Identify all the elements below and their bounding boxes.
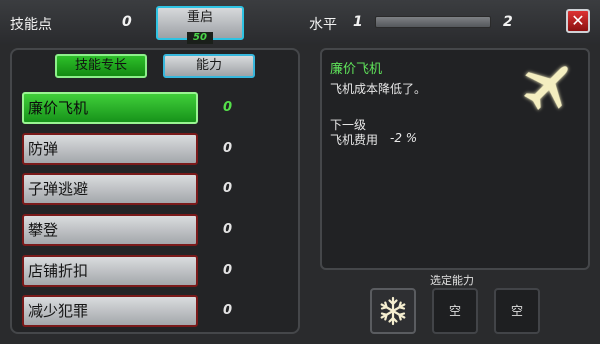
skill-item-climbing[interactable]: 攀登 <box>22 214 198 246</box>
ability-slot-2[interactable]: 空 <box>432 288 478 334</box>
level-progress-bar <box>375 16 491 28</box>
level-max: 2 <box>503 14 513 30</box>
ability-slot-3[interactable]: 空 <box>494 288 540 334</box>
skill-item-reduce-crime[interactable]: 减少犯罪 <box>22 295 198 327</box>
reset-label: 重启 <box>186 10 213 25</box>
reset-cost: 50 <box>187 32 213 44</box>
airplane-icon <box>524 66 568 110</box>
level-label: 水平 <box>309 17 337 33</box>
skill-points-value: 0 <box>122 14 132 30</box>
detail-title: 廉价飞机 <box>330 62 383 77</box>
skill-value: 0 <box>223 141 233 156</box>
level-min: 1 <box>353 14 363 30</box>
skill-item-bulletproof[interactable]: 防弹 <box>22 133 198 165</box>
close-button[interactable]: ✕ <box>566 9 590 33</box>
skill-item-cheap-plane[interactable]: 廉价飞机 <box>22 92 198 124</box>
skill-item-bullet-dodge[interactable]: 子弹逃避 <box>22 173 198 205</box>
skill-value: 0 <box>223 263 233 278</box>
snowflake-icon <box>380 296 406 326</box>
reset-button[interactable]: 重启 50 <box>156 6 244 44</box>
skill-item-shop-discount[interactable]: 店铺折扣 <box>22 255 198 287</box>
skill-value: 0 <box>223 303 233 318</box>
skill-value: 0 <box>223 181 233 196</box>
skill-points-label: 技能点 <box>10 17 52 33</box>
selected-abilities-label: 选定能力 <box>430 274 474 287</box>
skill-value: 0 <box>223 222 233 237</box>
close-icon: ✕ <box>571 11 585 30</box>
tab-skill-expertise[interactable]: 技能专长 <box>55 54 147 78</box>
stat-label: 飞机费用 <box>330 133 379 147</box>
detail-description: 飞机成本降低了。 <box>330 82 427 96</box>
stat-value: -2 % <box>390 131 418 145</box>
tab-abilities[interactable]: 能力 <box>163 54 255 78</box>
ability-slot-1[interactable] <box>370 288 416 334</box>
skill-value: 0 <box>223 100 233 115</box>
